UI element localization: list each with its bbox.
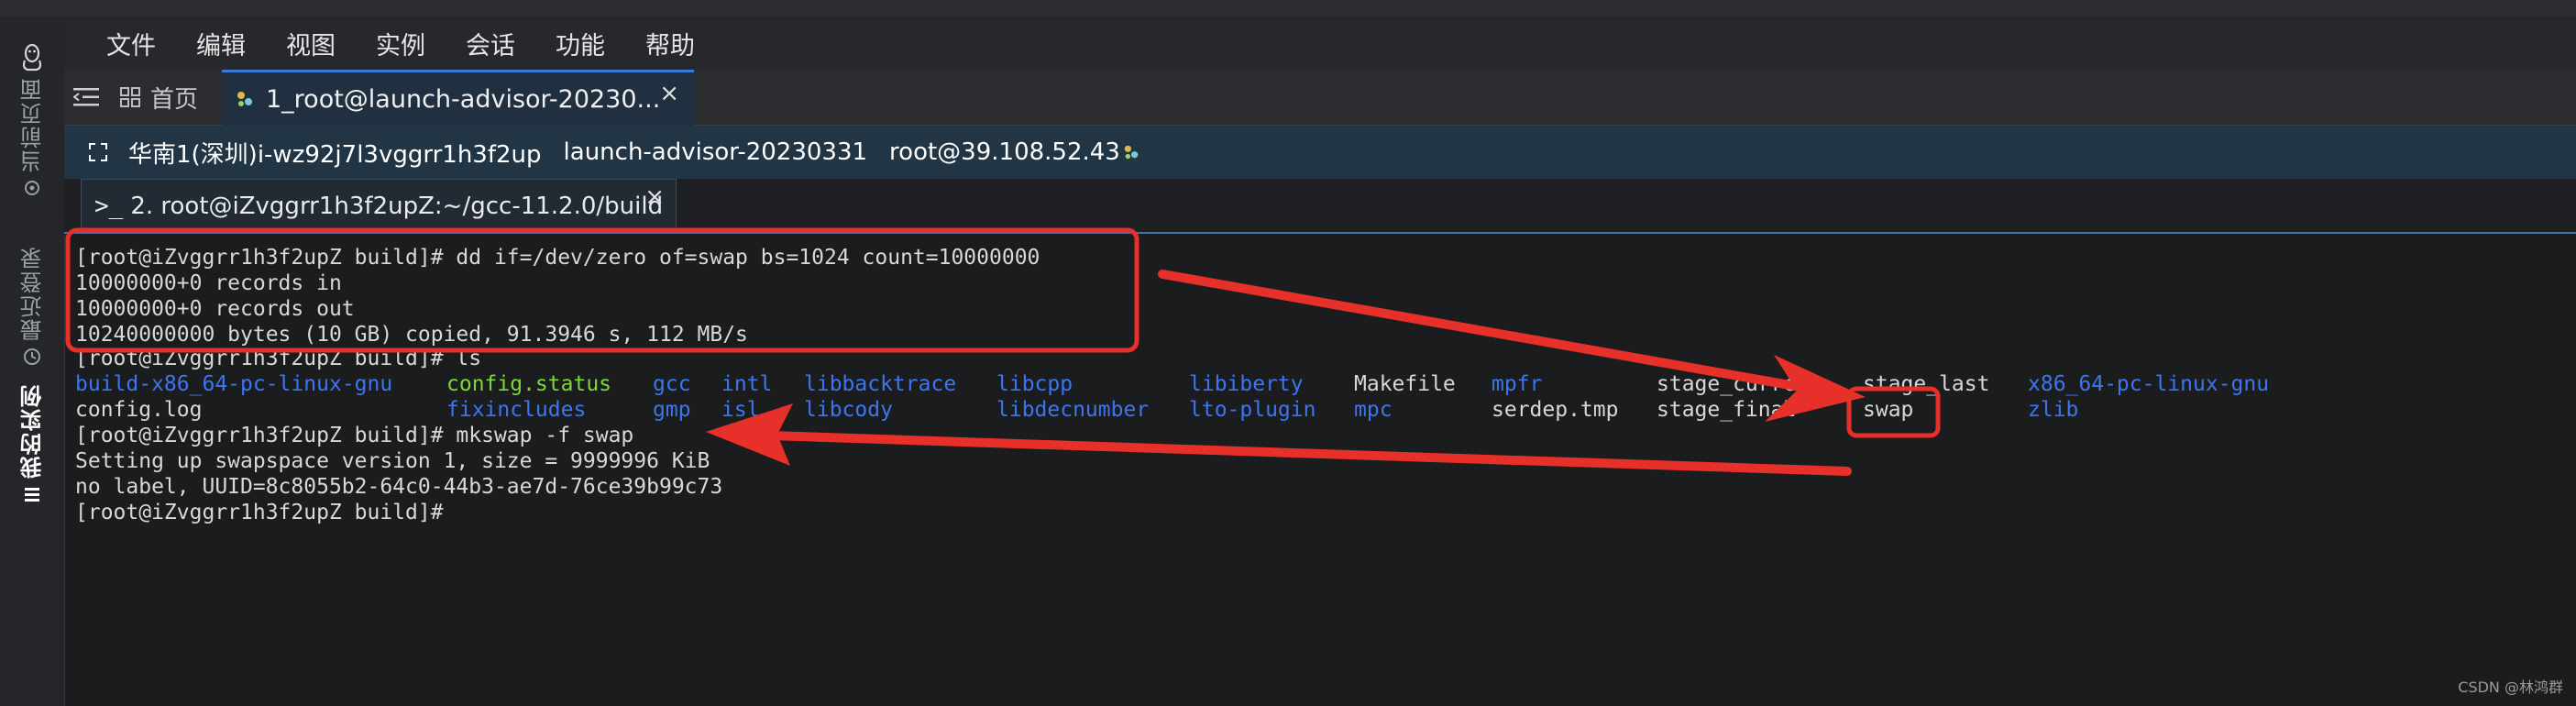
ls-entry: stage_last (1863, 372, 1990, 396)
window-top-strip (0, 0, 2576, 17)
terminal-output[interactable]: [root@iZvggrr1h3f2upZ build]# dd if=/dev… (66, 234, 2576, 706)
clock-icon (24, 348, 40, 365)
ls-entry: isl (721, 398, 760, 422)
gear-icon (25, 181, 39, 195)
terminal-tab-label: 2. root@iZvggrr1h3f2upZ:~/gcc-11.2.0/bui… (130, 192, 664, 220)
instance-region-id: 华南1(深圳)i-wz92j7l3vggrr1h3f2up (128, 140, 542, 169)
left-sidebar: 当前页面 最近登录 我的实例 (0, 17, 65, 706)
terminal-line: no label, UUID=8c8055b2-64c0-44b3-ae7d-7… (75, 475, 723, 499)
ls-entry: libbacktrace (804, 372, 957, 396)
menu-instance[interactable]: 实例 (376, 26, 425, 61)
ls-entry: intl (721, 372, 773, 396)
terminal-prompt-icon: >_ (94, 192, 124, 220)
ls-entry: gmp (653, 398, 691, 422)
fullscreen-icon[interactable] (88, 142, 108, 162)
session-status-icon (237, 92, 252, 106)
terminal-line: 10000000+0 records in (75, 271, 342, 295)
linux-penguin-icon (13, 39, 51, 77)
sidebar-item-recent-logins[interactable]: 最近登录 (9, 246, 55, 367)
ls-entry: serdep.tmp (1492, 398, 1619, 422)
terminal-line: 10240000000 bytes (10 GB) copied, 91.394… (75, 323, 748, 347)
ls-entry: stage_current (1657, 372, 1822, 396)
watermark: CSDN @林鸿群 (2458, 678, 2563, 696)
ls-entry: fixincludes (446, 398, 587, 422)
ls-entry: libdecnumber (996, 398, 1150, 422)
tab-home-label: 首页 (150, 85, 199, 114)
ls-entry: x86_64-pc-linux-gnu (2028, 372, 2270, 396)
tab-session[interactable]: 1_root@launch-advisor-20230... × (222, 70, 694, 126)
terminal-tab-bar: >_ 2. root@iZvggrr1h3f2upZ:~/gcc-11.2.0/… (64, 179, 2576, 234)
sidebar-item-label: 当前页面 (19, 77, 46, 172)
tab-bar: 首页 1_root@launch-advisor-20230... × (64, 70, 2576, 126)
instance-name: launch-advisor-20230331 (563, 138, 868, 166)
list-icon (25, 488, 39, 502)
menu-session[interactable]: 会话 (466, 26, 515, 61)
ls-entry-swap: swap (1863, 398, 1914, 422)
close-icon[interactable]: × (644, 183, 665, 211)
menu-edit[interactable]: 编辑 (196, 26, 246, 61)
ls-entry: Makefile (1354, 372, 1456, 396)
sidebar-item-label: 我的实例 (19, 383, 46, 479)
ls-entry: libcpp (996, 372, 1073, 396)
tab-terminal[interactable]: >_ 2. root@iZvggrr1h3f2upZ:~/gcc-11.2.0/… (81, 179, 677, 232)
collapse-menu-icon[interactable] (73, 86, 99, 108)
ls-entry: libiberty (1189, 372, 1304, 396)
menu-file[interactable]: 文件 (106, 26, 156, 61)
ls-entry: zlib (2028, 398, 2079, 422)
terminal-line: [root@iZvggrr1h3f2upZ build]# dd if=/dev… (75, 246, 1040, 270)
instance-info-bar: 华南1(深圳)i-wz92j7l3vggrr1h3f2up launch-adv… (64, 126, 2576, 179)
close-icon[interactable]: × (659, 80, 679, 107)
ls-entry: mpfr (1492, 372, 1543, 396)
tab-home[interactable]: 首页 (119, 70, 198, 125)
ls-entry: libcody (804, 398, 893, 422)
ls-entry: config.status (446, 372, 612, 396)
terminal-line: [root@iZvggrr1h3f2upZ build]# mkswap -f … (75, 424, 634, 447)
sidebar-item-my-instances[interactable]: 我的实例 (9, 383, 55, 504)
ls-entry: config.log (75, 398, 203, 422)
grid-icon (120, 87, 140, 107)
login-address: root@39.108.52.43 (889, 138, 1120, 166)
ls-entry: build-x86_64-pc-linux-gnu (75, 372, 393, 396)
ls-entry: gcc (653, 372, 691, 396)
terminal-line: [root@iZvggrr1h3f2upZ build]# (75, 501, 444, 524)
ls-entry: lto-plugin (1189, 398, 1316, 422)
menu-functions[interactable]: 功能 (556, 26, 605, 61)
terminal-line: [root@iZvggrr1h3f2upZ build]# ls (75, 347, 482, 370)
session-status-icon (1124, 145, 1139, 160)
terminal-line: 10000000+0 records out (75, 297, 355, 321)
menu-view[interactable]: 视图 (286, 26, 336, 61)
ls-entry: stage_final (1657, 398, 1797, 422)
tab-session-label: 1_root@launch-advisor-20230... (266, 84, 661, 114)
ls-entry: mpc (1354, 398, 1393, 422)
sidebar-item-label: 最近登录 (19, 246, 46, 341)
menu-help[interactable]: 帮助 (645, 26, 695, 61)
menu-bar: 文件 编辑 视图 实例 会话 功能 帮助 (64, 17, 2576, 70)
sidebar-item-current-page[interactable]: 当前页面 (9, 77, 55, 198)
terminal-line: Setting up swapspace version 1, size = 9… (75, 449, 710, 473)
